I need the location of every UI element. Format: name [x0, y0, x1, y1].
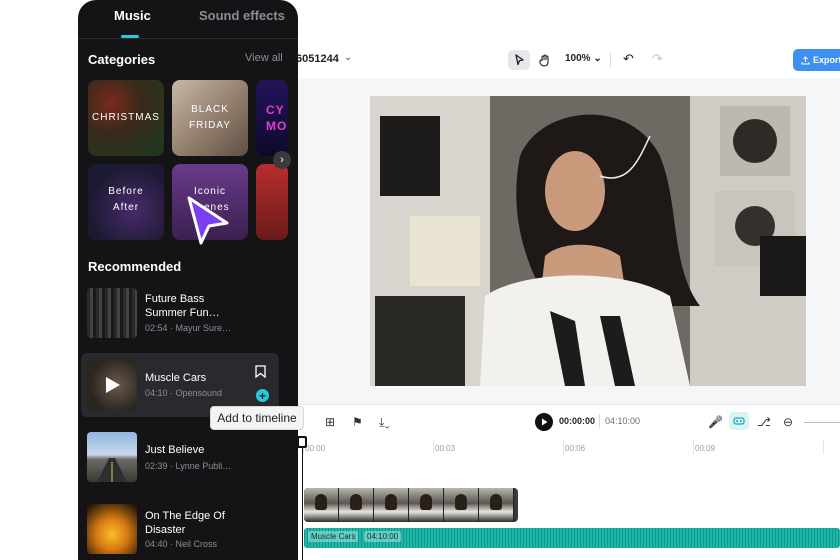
- clip-thumbnail: [479, 488, 514, 522]
- category-label-line2: FRIDAY: [189, 120, 231, 131]
- tick-label: 00:00: [305, 444, 326, 453]
- microphone-icon[interactable]: 🎤: [708, 415, 723, 429]
- song-meta: 02:54 · Mayur Sure…: [145, 323, 232, 333]
- panel-tabs: Music Sound effects: [78, 0, 298, 39]
- road-image: [97, 458, 127, 482]
- hand-tool-button[interactable]: [534, 50, 556, 70]
- export-label: Export: [813, 55, 840, 65]
- pointer-icon: [514, 54, 524, 66]
- hand-icon: [539, 53, 549, 67]
- flag-icon[interactable]: ⚑: [352, 415, 363, 429]
- tab-music[interactable]: Music: [114, 8, 151, 23]
- redo-icon[interactable]: ↷: [652, 51, 663, 67]
- category-thumbnail-partial[interactable]: [256, 164, 288, 240]
- play-button[interactable]: [535, 413, 553, 431]
- playhead-line[interactable]: [302, 438, 303, 560]
- undo-icon[interactable]: ↶: [623, 51, 634, 67]
- tab-sound-effects[interactable]: Sound effects: [199, 8, 285, 23]
- category-label-line1: Before: [108, 186, 144, 197]
- chevron-down-icon[interactable]: ⌄: [344, 52, 352, 63]
- play-icon: [541, 418, 547, 426]
- category-label-line1: BLACK: [191, 104, 229, 115]
- song-item[interactable]: Future Bass Summer Fun… 02:54 · Mayur Su…: [78, 282, 298, 344]
- song-title: Just Believe: [145, 444, 205, 456]
- tick-line: [693, 440, 694, 454]
- playhead-handle[interactable]: [297, 436, 307, 448]
- total-time: 04:10:00: [605, 416, 641, 426]
- editor-window: 6051244 ⌄ 100% ⌄ ↶ ↷ Export ⊞ ⚑ ⤓⌄ 00:00…: [292, 42, 840, 560]
- category-christmas[interactable]: CHRISTMAS: [88, 80, 164, 156]
- tick-line: [823, 440, 824, 454]
- category-cyber-monday[interactable]: CY MO: [256, 80, 288, 156]
- tick-label: 00:09: [695, 444, 716, 453]
- chevron-right-icon[interactable]: ›: [273, 151, 291, 169]
- ai-tool-button[interactable]: [729, 412, 749, 430]
- ai-icon: [733, 417, 745, 425]
- tick-line: [433, 440, 434, 454]
- song-item[interactable]: Just Believe 02:39 · Lynne Publi…: [78, 426, 298, 488]
- song-title: On The Edge Of Disaster: [145, 510, 225, 536]
- add-to-timeline-button[interactable]: +: [256, 389, 269, 402]
- timeline-tracks: Muscle Cars 04:10:00: [292, 464, 840, 560]
- category-label-line2: MO: [266, 119, 288, 133]
- audio-clip-label: Muscle Cars: [308, 531, 359, 542]
- toolbar-divider: [610, 52, 611, 68]
- category-label: CHRISTMAS: [92, 112, 160, 123]
- timeline-ruler: 00:00 00:03 00:06 00:09: [292, 438, 840, 464]
- song-title: Future Bass Summer Fun…: [145, 293, 220, 319]
- recommended-title: Recommended: [88, 259, 182, 274]
- upload-icon: [801, 55, 810, 64]
- video-clip[interactable]: [304, 488, 518, 522]
- audio-clip[interactable]: Muscle Cars 04:10:00: [304, 528, 840, 548]
- active-tab-indicator: [121, 35, 139, 38]
- bookmark-icon[interactable]: [255, 365, 266, 378]
- tick-label: 00:06: [565, 444, 586, 453]
- zoom-value: 100%: [565, 53, 591, 64]
- timeline-zoom-slider[interactable]: [804, 422, 840, 423]
- preview-canvas[interactable]: [292, 78, 840, 404]
- category-label-line1: CY: [266, 103, 285, 117]
- split-view-icon[interactable]: ⎇: [757, 415, 771, 429]
- categories-title: Categories: [88, 52, 156, 67]
- music-panel: Music Sound effects Categories View all …: [78, 0, 298, 560]
- song-thumbnail: [87, 432, 137, 482]
- pointer-tool-button[interactable]: [508, 50, 530, 70]
- view-all-link[interactable]: View all: [245, 52, 283, 64]
- song-title: Muscle Cars: [145, 372, 207, 384]
- category-before-after[interactable]: Before After: [88, 164, 164, 240]
- preview-image: [370, 96, 806, 386]
- song-thumbnail: [87, 288, 137, 338]
- add-to-timeline-tooltip: Add to timeline: [210, 406, 304, 430]
- current-time: 00:00:00: [559, 416, 596, 426]
- song-meta: 04:10 · Opensound: [145, 388, 223, 398]
- tick-line: [563, 440, 564, 454]
- time-divider: [599, 414, 600, 428]
- audio-clip-time: 04:10:00: [364, 531, 402, 542]
- category-label-line2: After: [112, 202, 140, 213]
- clip-thumbnail: [304, 488, 339, 522]
- project-name[interactable]: 6051244: [296, 53, 339, 65]
- cursor-pointer-icon: [187, 196, 229, 245]
- play-icon: [106, 377, 120, 393]
- clip-thumbnail: [339, 488, 374, 522]
- song-meta: 04:40 · Neil Cross: [145, 539, 218, 549]
- timeline-toolbar: ≡ ⊞ ⚑ ⤓⌄ 00:00:00 04:10:00 🎤 ⎇ ⊖: [292, 404, 840, 439]
- song-meta: 02:39 · Lynne Publi…: [145, 461, 232, 471]
- clip-thumbnail: [374, 488, 409, 522]
- download-icon[interactable]: ⤓⌄: [379, 415, 390, 430]
- category-black-friday[interactable]: BLACK FRIDAY: [172, 80, 248, 156]
- tick-label: 00:03: [435, 444, 456, 453]
- zoom-level-dropdown[interactable]: 100% ⌄: [565, 53, 602, 64]
- clip-thumbnail: [444, 488, 479, 522]
- song-thumbnail: [87, 504, 137, 554]
- export-button[interactable]: Export: [793, 49, 840, 71]
- song-item[interactable]: On The Edge Of Disaster 04:40 · Neil Cro…: [78, 498, 298, 560]
- zoom-out-icon[interactable]: ⊖: [783, 415, 793, 429]
- delete-icon[interactable]: ⊞: [325, 415, 335, 429]
- song-thumbnail: [87, 360, 137, 410]
- editor-topbar: 6051244 ⌄ 100% ⌄ ↶ ↷ Export: [292, 42, 840, 79]
- clip-thumbnail: [409, 488, 444, 522]
- video-preview-frame[interactable]: [370, 96, 806, 386]
